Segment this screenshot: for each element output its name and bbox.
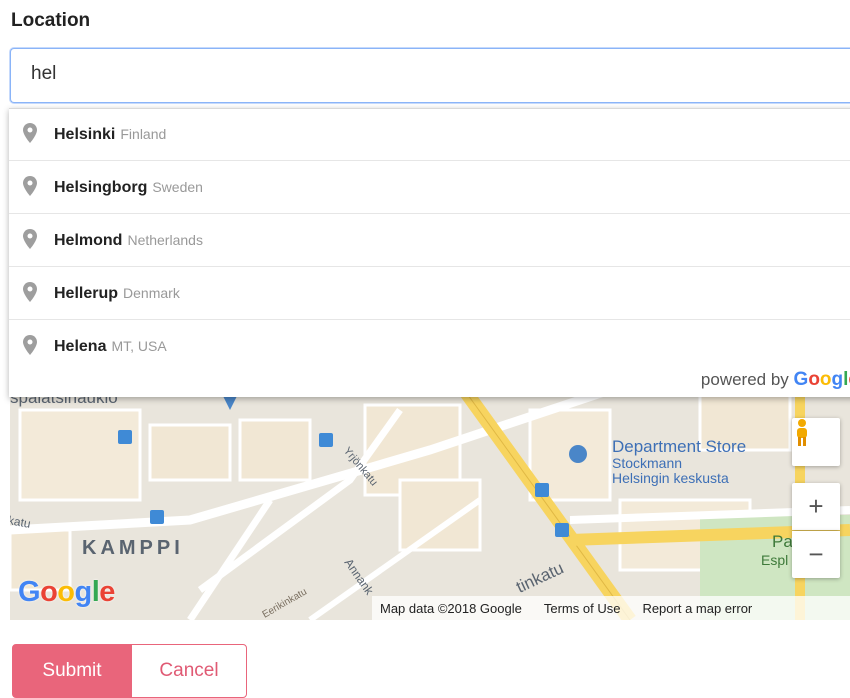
suggestion-item[interactable]: Hellerup Denmark <box>9 268 850 320</box>
location-pin-icon <box>23 282 37 302</box>
location-pin-icon <box>23 335 37 355</box>
location-pin-icon <box>23 176 37 196</box>
zoom-in-button[interactable]: + <box>792 483 840 530</box>
suggestion-main-text: Helmond Netherlands <box>54 231 203 249</box>
terms-of-use-link[interactable]: Terms of Use <box>544 601 621 616</box>
location-pin-icon <box>23 123 37 143</box>
map-data-text: Map data ©2018 Google <box>380 600 522 616</box>
cancel-button[interactable]: Cancel <box>131 644 247 698</box>
location-input-box[interactable] <box>10 48 850 103</box>
report-map-error-link[interactable]: Report a map error <box>642 601 752 616</box>
map-label-store-title: Department Store <box>612 437 747 456</box>
map-label-espl: Espl <box>761 552 789 568</box>
google-logo: Google <box>794 369 850 390</box>
google-logo-letter: o <box>808 369 820 390</box>
autocomplete-dropdown: Helsinki Finland Helsingborg Sweden Helmon… <box>9 108 850 397</box>
powered-by-text: powered by <box>700 370 789 389</box>
map-attribution: Map data ©2018 Google Terms of Use Repor… <box>372 596 850 620</box>
map-label-stockmann: Stockmann <box>612 455 683 471</box>
map-label-store-subtitle: Stockmann Helsingin keskusta <box>612 456 729 486</box>
suggestion-main-text: Helsinki Finland <box>54 125 167 143</box>
zoom-out-button[interactable]: − <box>792 531 840 578</box>
map-label-helsingin-keskusta: Helsingin keskusta <box>612 470 729 486</box>
suggestion-main-text: Helena MT, USA <box>54 338 167 355</box>
map-label-kamppi: KAMPPI <box>82 537 184 559</box>
google-map-logo[interactable]: Google <box>18 576 115 609</box>
map-label-katu: katu <box>10 513 32 531</box>
suggestion-item[interactable]: Helsinki Finland <box>9 109 850 161</box>
suggestion-item[interactable]: Helena MT, USA <box>9 321 850 373</box>
location-input[interactable] <box>31 63 731 85</box>
suggestion-main-text: Hellerup Denmark <box>54 284 180 302</box>
pegman-icon[interactable] <box>792 418 840 466</box>
powered-by-google: powered by Google <box>701 369 850 391</box>
suggestion-item[interactable]: Helsingborg Sweden <box>9 162 850 214</box>
google-logo-letter: G <box>793 369 809 390</box>
google-logo-letter: o <box>819 369 832 390</box>
suggestion-main-text: Helsingborg Sweden <box>54 178 203 196</box>
location-pin-icon <box>23 229 37 249</box>
suggestion-item[interactable]: Helmond Netherlands <box>9 215 850 267</box>
map-label-pa: Pa <box>772 532 793 551</box>
google-logo-letter: g <box>831 369 844 390</box>
location-label: Location <box>11 10 91 31</box>
submit-button[interactable]: Submit <box>12 644 132 698</box>
